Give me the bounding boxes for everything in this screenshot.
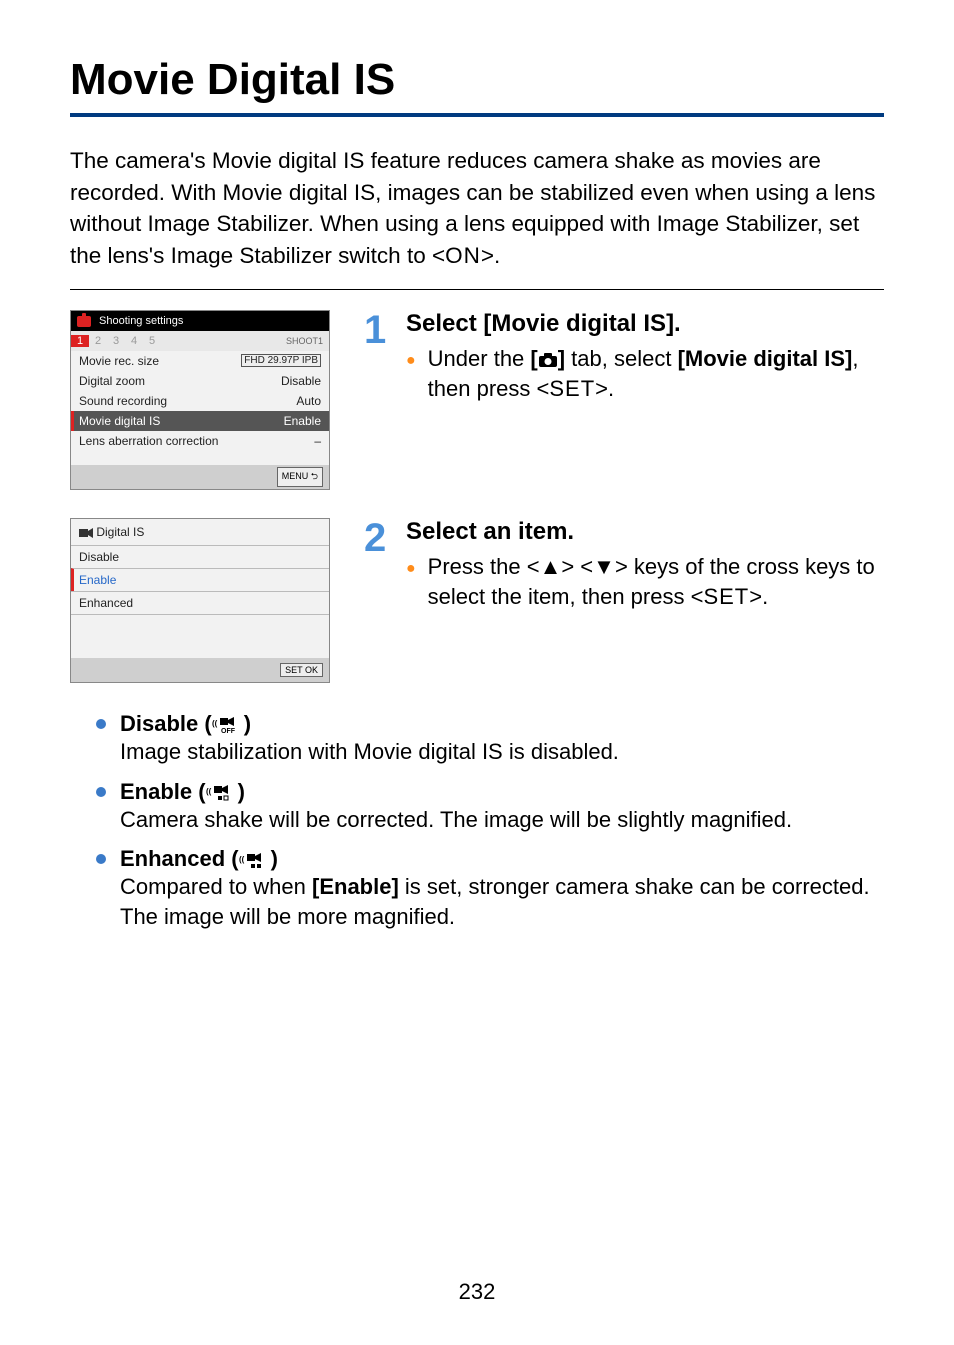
- digital-is-off-icon: ((OFF: [212, 716, 244, 734]
- camera-icon: [77, 316, 91, 327]
- cs2-title: Digital IS: [71, 519, 329, 545]
- svg-text:OFF: OFF: [221, 728, 236, 734]
- cs1-item-2-label: Digital zoom: [79, 374, 145, 388]
- down-arrow-icon: ▼: [593, 554, 615, 579]
- s1-text-d: tab, select: [565, 346, 678, 371]
- cs1-shoot-label: SHOOT1: [286, 336, 323, 346]
- svg-text:((: ((: [206, 787, 212, 796]
- camera-screen-1: Shooting settings 1 2 3 4 5 SHOOT1 Movie…: [70, 310, 330, 490]
- step-1-heading: Select [Movie digital IS].: [406, 310, 884, 338]
- up-arrow-icon: ▲: [540, 554, 562, 579]
- cs1-item-3: Sound recording Auto: [71, 391, 329, 411]
- svg-text:((: ((: [239, 855, 245, 864]
- cs1-tab-3: 3: [107, 335, 125, 347]
- option-disable: Disable (((OFF) Image stabilization with…: [96, 711, 884, 767]
- cs2-title-text: Digital IS: [96, 525, 144, 539]
- option-bullet: [96, 854, 106, 864]
- s2-text-a: Press the <: [428, 554, 540, 579]
- cs1-item-3-label: Sound recording: [79, 394, 167, 408]
- option-enable: Enable ((() Camera shake will be correct…: [96, 779, 884, 835]
- s1-text-b: [: [530, 346, 537, 371]
- movie-icon: [79, 528, 93, 538]
- cs2-opt-2: Enable: [71, 568, 329, 591]
- cs1-tab-1: 1: [71, 335, 89, 347]
- opt2-close: ): [238, 779, 245, 804]
- cs1-item-5: Lens aberration correction –: [71, 431, 329, 451]
- options-block: Disable (((OFF) Image stabilization with…: [96, 711, 884, 932]
- cs1-item-3-value: Auto: [296, 394, 321, 408]
- cs1-footer: MENU ⮌: [71, 465, 329, 489]
- cs2-opt-1: Disable: [71, 545, 329, 568]
- camera-screen-2: Digital IS Disable Enable Enhanced SET O…: [70, 518, 330, 683]
- cs1-item-2: Digital zoom Disable: [71, 371, 329, 391]
- digital-is-on-icon: ((: [206, 784, 238, 802]
- step-2-number: 2: [364, 518, 396, 611]
- cs1-tab-4: 4: [125, 335, 143, 347]
- option-enhanced: Enhanced ((() Compared to when [Enable] …: [96, 846, 884, 931]
- cs2-opt-3: Enhanced: [71, 591, 329, 614]
- page-title: Movie Digital IS: [70, 55, 884, 105]
- s1-text-h: >.: [595, 376, 614, 401]
- cs1-item-4-value: Enable: [284, 414, 321, 428]
- set-glyph-1: SET: [549, 376, 595, 401]
- intro-paragraph: The camera's Movie digital IS feature re…: [70, 145, 884, 271]
- cs2-footer: SET OK: [71, 658, 329, 682]
- step-2-heading: Select an item.: [406, 518, 884, 546]
- cs1-tab-2: 2: [89, 335, 107, 347]
- opt3-desc: Compared to when [Enable] is set, strong…: [120, 872, 884, 931]
- s1-text-c: ]: [558, 346, 565, 371]
- option-bullet: [96, 719, 106, 729]
- step-2-row: Digital IS Disable Enable Enhanced SET O…: [70, 518, 884, 683]
- cs1-item-4: Movie digital IS Enable: [71, 411, 329, 431]
- opt3-close: ): [271, 846, 278, 871]
- opt1-close: ): [244, 711, 251, 736]
- cs1-header-text: Shooting settings: [99, 315, 183, 327]
- separator: [70, 289, 884, 290]
- step-2-bullet: ● Press the <▲> <▼> keys of the cross ke…: [406, 552, 884, 611]
- cs1-item-5-value: –: [314, 434, 321, 448]
- digital-is-enhanced-icon: ((: [239, 852, 271, 870]
- step-1-row: Shooting settings 1 2 3 4 5 SHOOT1 Movie…: [70, 310, 884, 490]
- opt1-head: Disable (: [120, 711, 212, 736]
- cs1-item-2-value: Disable: [281, 374, 321, 388]
- cs1-item-1-value: FHD 29.97P IPB: [241, 354, 321, 367]
- option-bullet: [96, 787, 106, 797]
- cs1-tab-5: 5: [143, 335, 161, 347]
- opt1-desc: Image stabilization with Movie digital I…: [120, 737, 884, 767]
- opt3-head: Enhanced (: [120, 846, 239, 871]
- svg-text:((: ((: [212, 719, 218, 728]
- s1-text-a: Under the: [428, 346, 531, 371]
- cs1-item-5-label: Lens aberration correction: [79, 434, 218, 448]
- opt3-desc-b: [Enable]: [312, 874, 399, 899]
- step-1-bullet: ● Under the [] tab, select [Movie digita…: [406, 344, 884, 403]
- cs1-header: Shooting settings: [71, 311, 329, 331]
- opt2-desc: Camera shake will be corrected. The imag…: [120, 805, 884, 835]
- bullet-dot: ●: [406, 558, 416, 611]
- s1-text-e: [Movie digital IS]: [678, 346, 853, 371]
- set-glyph-2: SET: [703, 584, 749, 609]
- on-glyph: ON: [445, 243, 481, 268]
- s2-text-b: > <: [561, 554, 593, 579]
- cs1-tabs: 1 2 3 4 5 SHOOT1: [71, 331, 329, 351]
- camera-tab-icon: [538, 352, 558, 368]
- bullet-dot: ●: [406, 350, 416, 403]
- opt3-desc-a: Compared to when: [120, 874, 312, 899]
- cs1-menu-button: MENU ⮌: [277, 467, 323, 487]
- s2-text-d: >.: [749, 584, 768, 609]
- title-underline: [70, 113, 884, 117]
- opt2-head: Enable (: [120, 779, 206, 804]
- page-number: 232: [0, 1279, 954, 1305]
- cs1-item-1-label: Movie rec. size: [79, 354, 159, 368]
- step-1-number: 1: [364, 310, 396, 403]
- cs1-item-4-label: Movie digital IS: [79, 414, 160, 428]
- intro-text-2: >.: [481, 243, 500, 268]
- cs2-set-button: SET OK: [280, 663, 323, 677]
- cs1-item-1: Movie rec. size FHD 29.97P IPB: [71, 351, 329, 371]
